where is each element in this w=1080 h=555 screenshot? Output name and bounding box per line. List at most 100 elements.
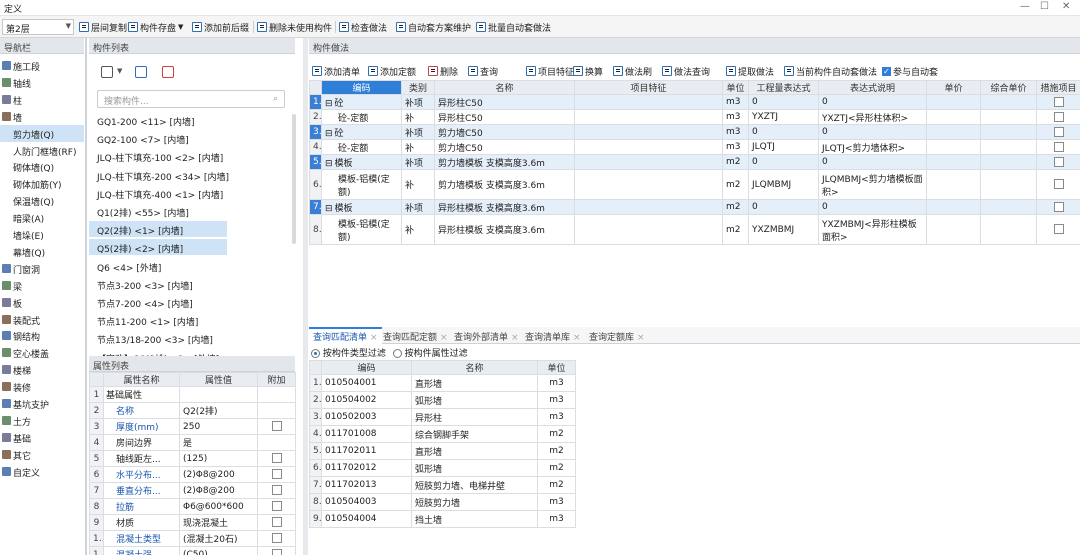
method-code-cell[interactable]: 模板-铝模(定额) [321,214,402,245]
method-code-cell[interactable]: ⊟ 模板 [321,199,402,215]
nav-item[interactable]: 装配式 [0,311,84,328]
close-icon[interactable]: × [440,333,448,343]
method-name-cell[interactable]: 异形柱模板 支模高度3.6m [434,199,575,215]
query-tab[interactable]: 查询定额库 × [585,327,649,344]
delete-component-icon[interactable] [162,66,174,78]
auto-scheme-maintain-button[interactable]: 自动套方案维护 [396,19,471,35]
nav-item[interactable]: 土方 [0,412,84,429]
method-code-cell[interactable]: 砼-定额 [321,139,402,155]
close-icon[interactable]: × [637,333,645,343]
nav-item[interactable]: 基础 [0,429,84,446]
measure-checkbox[interactable] [1053,141,1064,152]
method-tool-button[interactable]: 提取做法 [726,63,774,79]
nav-item[interactable]: 自定义 [0,463,84,480]
component-item[interactable]: GQ2-100 <7> [内墙] [89,130,227,146]
query-name-cell[interactable]: 短肢剪力墙、电梯井壁 [411,476,538,494]
method-code-cell[interactable]: 模板-铝模(定额) [321,169,402,200]
chevron-down-icon[interactable]: ▼ [117,67,122,75]
method-feature-cell[interactable] [574,199,723,215]
component-item[interactable]: 节点3-200 <3> [内墙] [89,276,227,292]
component-item[interactable]: Q6 <4> [外墙] [89,258,227,274]
measure-checkbox[interactable] [1053,224,1064,235]
query-row[interactable]: 7 011702013 短肢剪力墙、电梯井壁 m2 [309,476,576,494]
component-item[interactable]: JLQ-柱下填充-100 <2> [内墙] [89,148,227,164]
method-feature-cell[interactable] [574,94,723,110]
query-tab[interactable]: 查询匹配清单 × [309,327,382,344]
method-feature-cell[interactable] [574,124,723,140]
props-extra-checkbox[interactable] [271,501,282,512]
close-icon[interactable]: × [511,333,519,343]
method-feature-cell[interactable] [574,154,723,170]
method-code-cell[interactable]: ⊟ 砼 [321,94,402,110]
component-item[interactable]: Q1(2排) <55> [内墙] [89,203,227,219]
query-row[interactable]: 5 011702011 直形墙 m2 [309,442,576,460]
splitter[interactable] [85,38,87,555]
method-feature-cell[interactable] [574,139,723,155]
method-expr-cell[interactable]: 0 [748,124,819,140]
method-expr-cell[interactable]: JLQTJ [748,139,819,155]
method-code-cell[interactable]: ⊟ 砼 [321,124,402,140]
nav-item[interactable]: 人防门框墙(RF) [0,142,84,159]
new-component-icon[interactable] [101,66,113,78]
close-icon[interactable]: × [573,333,581,343]
props-value-cell[interactable]: (2)Φ8@200 [179,466,258,483]
measure-checkbox[interactable] [1053,156,1064,167]
copy-component-icon[interactable] [135,66,147,78]
query-name-cell[interactable]: 弧形墙 [411,391,538,409]
nav-item[interactable]: 装修 [0,378,84,395]
props-value-cell[interactable]: (混凝土20石) [179,530,258,547]
measure-checkbox[interactable] [1053,179,1064,190]
component-search-input[interactable]: 搜索构件... ⌕ [97,90,285,108]
nav-item[interactable]: 保温墙(Q) [0,192,84,209]
nav-item[interactable]: 剪力墙(Q) [0,124,84,142]
measure-checkbox[interactable] [1053,96,1064,107]
query-name-cell[interactable]: 直形墙 [411,374,538,392]
method-row[interactable]: 4 砼-定额 补剪力墙C50 m3 JLQTJ JLQTJ<剪力墙体积> [309,139,1080,155]
props-value-cell[interactable]: (C50) [179,546,258,555]
method-name-cell[interactable]: 剪力墙模板 支模高度3.6m [434,169,575,200]
nav-item[interactable]: 柱 [0,91,84,108]
query-code-cell[interactable]: 010502003 [321,408,412,426]
props-extra-checkbox[interactable] [271,469,282,480]
method-tool-button[interactable]: 做法刷 [613,63,652,79]
query-row[interactable]: 8 010504003 短肢剪力墙 m3 [309,493,576,511]
filter-by-attr-radio[interactable] [392,349,402,358]
query-code-cell[interactable]: 011701008 [321,425,412,443]
nav-item[interactable]: 暗梁(A) [0,209,84,226]
component-item[interactable]: 节点11-200 <1> [内墙] [89,312,227,328]
props-value-cell[interactable]: Φ6@600*600 [179,498,258,515]
query-code-cell[interactable]: 010504004 [321,510,412,528]
nav-item[interactable]: 砌体墙(Q) [0,158,84,175]
add-prefix-suffix-button[interactable]: 添加前后缀 [192,19,249,35]
method-name-cell[interactable]: 异形柱C50 [434,109,575,125]
method-name-cell[interactable]: 剪力墙模板 支模高度3.6m [434,154,575,170]
nav-item[interactable]: 板 [0,294,84,311]
query-row[interactable]: 4 011701008 综合钢脚手架 m2 [309,425,576,443]
floor-select[interactable]: 第2层 ▼ [2,19,74,35]
nav-item[interactable]: 基坑支护 [0,395,84,412]
method-expr-cell[interactable]: YXZTJ [748,109,819,125]
props-extra-checkbox[interactable] [271,421,282,432]
query-code-cell[interactable]: 010504001 [321,374,412,392]
query-row[interactable]: 2 010504002 弧形墙 m3 [309,391,576,409]
method-feature-cell[interactable] [574,109,723,125]
query-row[interactable]: 6 011702012 弧形墙 m2 [309,459,576,477]
query-row[interactable]: 3 010502003 异形柱 m3 [309,408,576,426]
collapse-toggle-icon[interactable]: ⊟ [325,129,333,139]
nav-item[interactable]: 梁 [0,277,84,294]
method-row[interactable]: 5 ⊟ 模板 补项 剪力墙模板 支模高度3.6m m2 0 0 [309,154,1080,170]
method-name-cell[interactable]: 剪力墙C50 [434,124,575,140]
method-tool-button[interactable]: 添加清单 [312,63,360,79]
nav-item[interactable]: 轴线 [0,74,84,91]
query-row[interactable]: 1 010504001 直形墙 m3 [309,374,576,392]
method-expr-cell[interactable]: JLQMBMJ [748,169,819,200]
nav-item[interactable]: 墙垛(E) [0,226,84,243]
method-tool-button[interactable]: 项目特征 [526,63,574,79]
nav-item[interactable]: 墙 [0,108,84,125]
method-row[interactable]: 6 模板-铝模(定额) 补剪力墙模板 支模高度3.6m m2 JLQMBMJ JLQMBM… [309,169,1080,200]
scrollbar[interactable] [292,114,296,244]
measure-checkbox[interactable] [1053,126,1064,137]
nav-item[interactable]: 门窗洞 [0,260,84,277]
method-code-cell[interactable]: 砼-定额 [321,109,402,125]
measure-checkbox[interactable] [1053,201,1064,212]
